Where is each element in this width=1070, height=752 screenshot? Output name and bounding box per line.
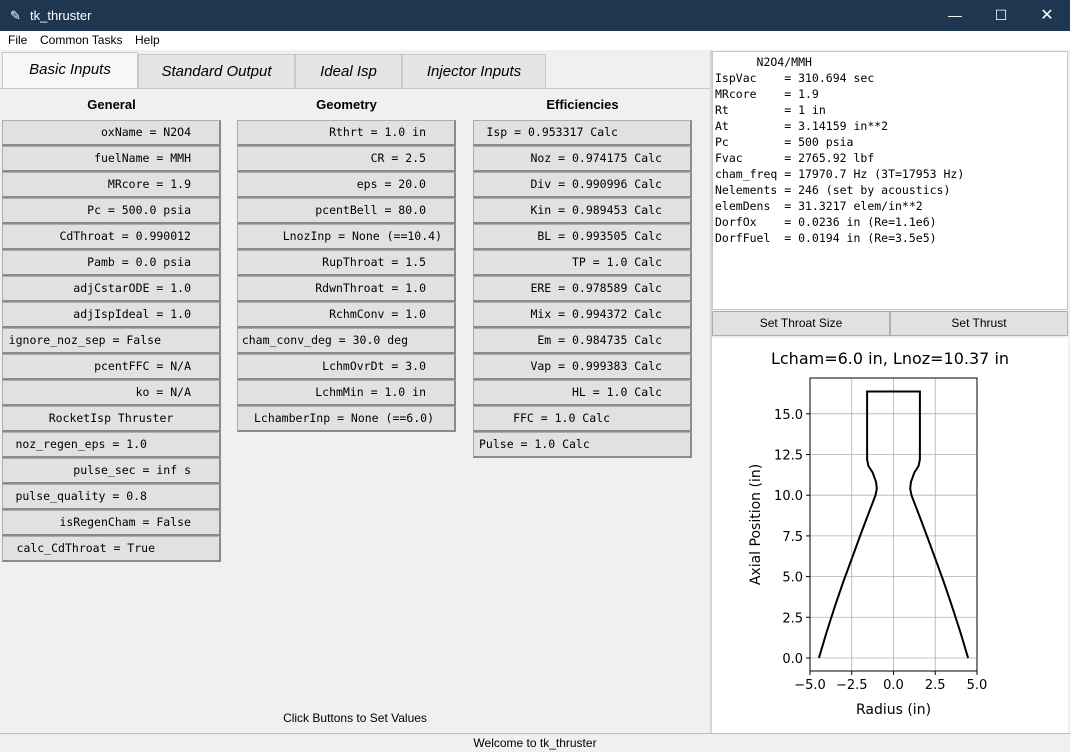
param-button-rupthroat[interactable]: RupThroat = 1.5 bbox=[237, 250, 456, 276]
set-throat-size-button[interactable]: Set Throat Size bbox=[712, 311, 890, 336]
param-button-pcentffc[interactable]: pcentFFC = N/A bbox=[2, 354, 221, 380]
general-header: General bbox=[87, 97, 136, 112]
menu-common-tasks[interactable]: Common Tasks bbox=[40, 33, 122, 47]
param-button-pcentbell[interactable]: pcentBell = 80.0 bbox=[237, 198, 456, 224]
x-tick-label: −2.5 bbox=[836, 678, 868, 693]
param-button-ffc[interactable]: FFC = 1.0 Calc bbox=[473, 406, 692, 432]
param-button-adjispideal[interactable]: adjIspIdeal = 1.0 bbox=[2, 302, 221, 328]
y-tick-label: 2.5 bbox=[782, 611, 803, 626]
param-button-cr[interactable]: CR = 2.5 bbox=[237, 146, 456, 172]
output-line: DorfFuel = 0.0194 in (Re=3.5e5) bbox=[715, 231, 937, 245]
output-line: cham_freq = 17970.7 Hz (3T=17953 Hz) bbox=[715, 167, 965, 181]
param-button-lchmmin[interactable]: LchmMin = 1.0 in bbox=[237, 380, 456, 406]
minimize-button[interactable]: — bbox=[932, 0, 978, 31]
output-line: MRcore = 1.9 bbox=[715, 87, 819, 101]
menu-help[interactable]: Help bbox=[135, 33, 160, 47]
output-line: Nelements = 246 (set by acoustics) bbox=[715, 183, 951, 197]
param-button-pc[interactable]: Pc = 500.0 psia bbox=[2, 198, 221, 224]
tab-underline bbox=[0, 88, 710, 89]
x-tick-label: 2.5 bbox=[925, 678, 946, 693]
param-button-oxname[interactable]: oxName = N2O4 bbox=[2, 120, 221, 146]
output-line: Pc = 500 psia bbox=[715, 135, 854, 149]
param-button-ignore-noz-sep[interactable]: ignore_noz_sep = False bbox=[2, 328, 221, 354]
y-axis-label: Axial Position (in) bbox=[748, 464, 764, 585]
param-button-eps[interactable]: eps = 20.0 bbox=[237, 172, 456, 198]
param-button-mix[interactable]: Mix = 0.994372 Calc bbox=[473, 302, 692, 328]
param-button-ko[interactable]: ko = N/A bbox=[2, 380, 221, 406]
param-button-rocketisp-thruster[interactable]: RocketIsp Thruster bbox=[2, 406, 221, 432]
summary-output: N2O4/MMH IspVac = 310.694 sec MRcore = 1… bbox=[712, 51, 1068, 310]
x-tick-label: 0.0 bbox=[883, 678, 904, 693]
window-title: tk_thruster bbox=[30, 8, 92, 23]
param-button-kin[interactable]: Kin = 0.989453 Calc bbox=[473, 198, 692, 224]
output-line: At = 3.14159 in**2 bbox=[715, 119, 889, 133]
param-button-tp[interactable]: TP = 1.0 Calc bbox=[473, 250, 692, 276]
output-line: DorfOx = 0.0236 in (Re=1.1e6) bbox=[715, 215, 937, 229]
output-line: Fvac = 2765.92 lbf bbox=[715, 151, 875, 165]
y-tick-label: 15.0 bbox=[774, 408, 803, 423]
param-button-bl[interactable]: BL = 0.993505 Calc bbox=[473, 224, 692, 250]
tab-basic-inputs[interactable]: Basic Inputs bbox=[2, 52, 138, 88]
efficiencies-header: Efficiencies bbox=[546, 97, 619, 112]
output-line: Rt = 1 in bbox=[715, 103, 826, 117]
chart-title: Lcham=6.0 in, Lnoz=10.37 in bbox=[771, 349, 1009, 368]
param-button-pulse[interactable]: Pulse = 1.0 Calc bbox=[473, 432, 692, 458]
menu-bar: File Common Tasks Help bbox=[0, 31, 1070, 50]
param-button-hl[interactable]: HL = 1.0 Calc bbox=[473, 380, 692, 406]
x-tick-label: −5.0 bbox=[794, 678, 826, 693]
param-button-noz[interactable]: Noz = 0.974175 Calc bbox=[473, 146, 692, 172]
close-button[interactable]: ✕ bbox=[1024, 0, 1070, 31]
x-axis-label: Radius (in) bbox=[856, 702, 931, 718]
param-button-lchamberinp[interactable]: LchamberInp = None (==6.0) bbox=[237, 406, 456, 432]
y-tick-label: 5.0 bbox=[782, 571, 803, 586]
param-button-noz-regen-eps[interactable]: noz_regen_eps = 1.0 bbox=[2, 432, 221, 458]
param-button-rdwnthroat[interactable]: RdwnThroat = 1.0 bbox=[237, 276, 456, 302]
geometry-header: Geometry bbox=[316, 97, 377, 112]
param-button-vap[interactable]: Vap = 0.999383 Calc bbox=[473, 354, 692, 380]
set-thrust-button[interactable]: Set Thrust bbox=[890, 311, 1068, 336]
param-button-cdthroat[interactable]: CdThroat = 0.990012 bbox=[2, 224, 221, 250]
param-button-lnozinp[interactable]: LnozInp = None (==10.4) bbox=[237, 224, 456, 250]
output-line: N2O4/MMH bbox=[715, 55, 812, 69]
status-bar: Welcome to tk_thruster bbox=[0, 733, 1070, 752]
param-button-mrcore[interactable]: MRcore = 1.9 bbox=[2, 172, 221, 198]
param-button-adjcstarode[interactable]: adjCstarODE = 1.0 bbox=[2, 276, 221, 302]
param-button-calc-cdthroat[interactable]: calc_CdThroat = True bbox=[2, 536, 221, 562]
param-button-isp[interactable]: Isp = 0.953317 Calc bbox=[473, 120, 692, 146]
y-tick-label: 10.0 bbox=[774, 489, 803, 504]
y-tick-label: 12.5 bbox=[774, 449, 803, 464]
x-tick-label: 5.0 bbox=[967, 678, 988, 693]
param-button-lchmovrdt[interactable]: LchmOvrDt = 3.0 bbox=[237, 354, 456, 380]
y-tick-label: 0.0 bbox=[782, 652, 803, 667]
output-line: elemDens = 31.3217 elem/in**2 bbox=[715, 199, 923, 213]
param-button-fuelname[interactable]: fuelName = MMH bbox=[2, 146, 221, 172]
maximize-button[interactable]: ☐ bbox=[978, 0, 1024, 31]
tab-injector-inputs[interactable]: Injector Inputs bbox=[402, 54, 546, 89]
output-line: IspVac = 310.694 sec bbox=[715, 71, 875, 85]
param-button-em[interactable]: Em = 0.984735 Calc bbox=[473, 328, 692, 354]
param-button-ere[interactable]: ERE = 0.978589 Calc bbox=[473, 276, 692, 302]
param-button-pulse-sec[interactable]: pulse_sec = inf s bbox=[2, 458, 221, 484]
tab-ideal-isp[interactable]: Ideal Isp bbox=[295, 54, 402, 89]
param-button-pamb[interactable]: Pamb = 0.0 psia bbox=[2, 250, 221, 276]
param-button-rchmconv[interactable]: RchmConv = 1.0 bbox=[237, 302, 456, 328]
hint-text: Click Buttons to Set Values bbox=[283, 711, 427, 725]
nozzle-chart-svg: −5.0 −2.5 0.0 2.5 5.0 0.0 2.5 5.0 7.5 10.0 12.5 15.… bbox=[748, 349, 1009, 718]
param-button-div[interactable]: Div = 0.990996 Calc bbox=[473, 172, 692, 198]
y-tick-label: 7.5 bbox=[782, 530, 803, 545]
tab-standard-output[interactable]: Standard Output bbox=[138, 54, 295, 89]
feather-icon: ✎ bbox=[10, 8, 21, 23]
param-button-isregencham[interactable]: isRegenCham = False bbox=[2, 510, 221, 536]
param-button-rthrt[interactable]: Rthrt = 1.0 in bbox=[237, 120, 456, 146]
nozzle-plot: −5.0 −2.5 0.0 2.5 5.0 0.0 2.5 5.0 7.5 10.0 12.5 15.… bbox=[712, 338, 1068, 733]
param-button-pulse-quality[interactable]: pulse_quality = 0.8 bbox=[2, 484, 221, 510]
param-button-cham-conv-deg[interactable]: cham_conv_deg = 30.0 deg bbox=[237, 328, 456, 354]
menu-file[interactable]: File bbox=[8, 33, 27, 47]
title-bar: ✎ tk_thruster — ☐ ✕ bbox=[0, 0, 1070, 31]
